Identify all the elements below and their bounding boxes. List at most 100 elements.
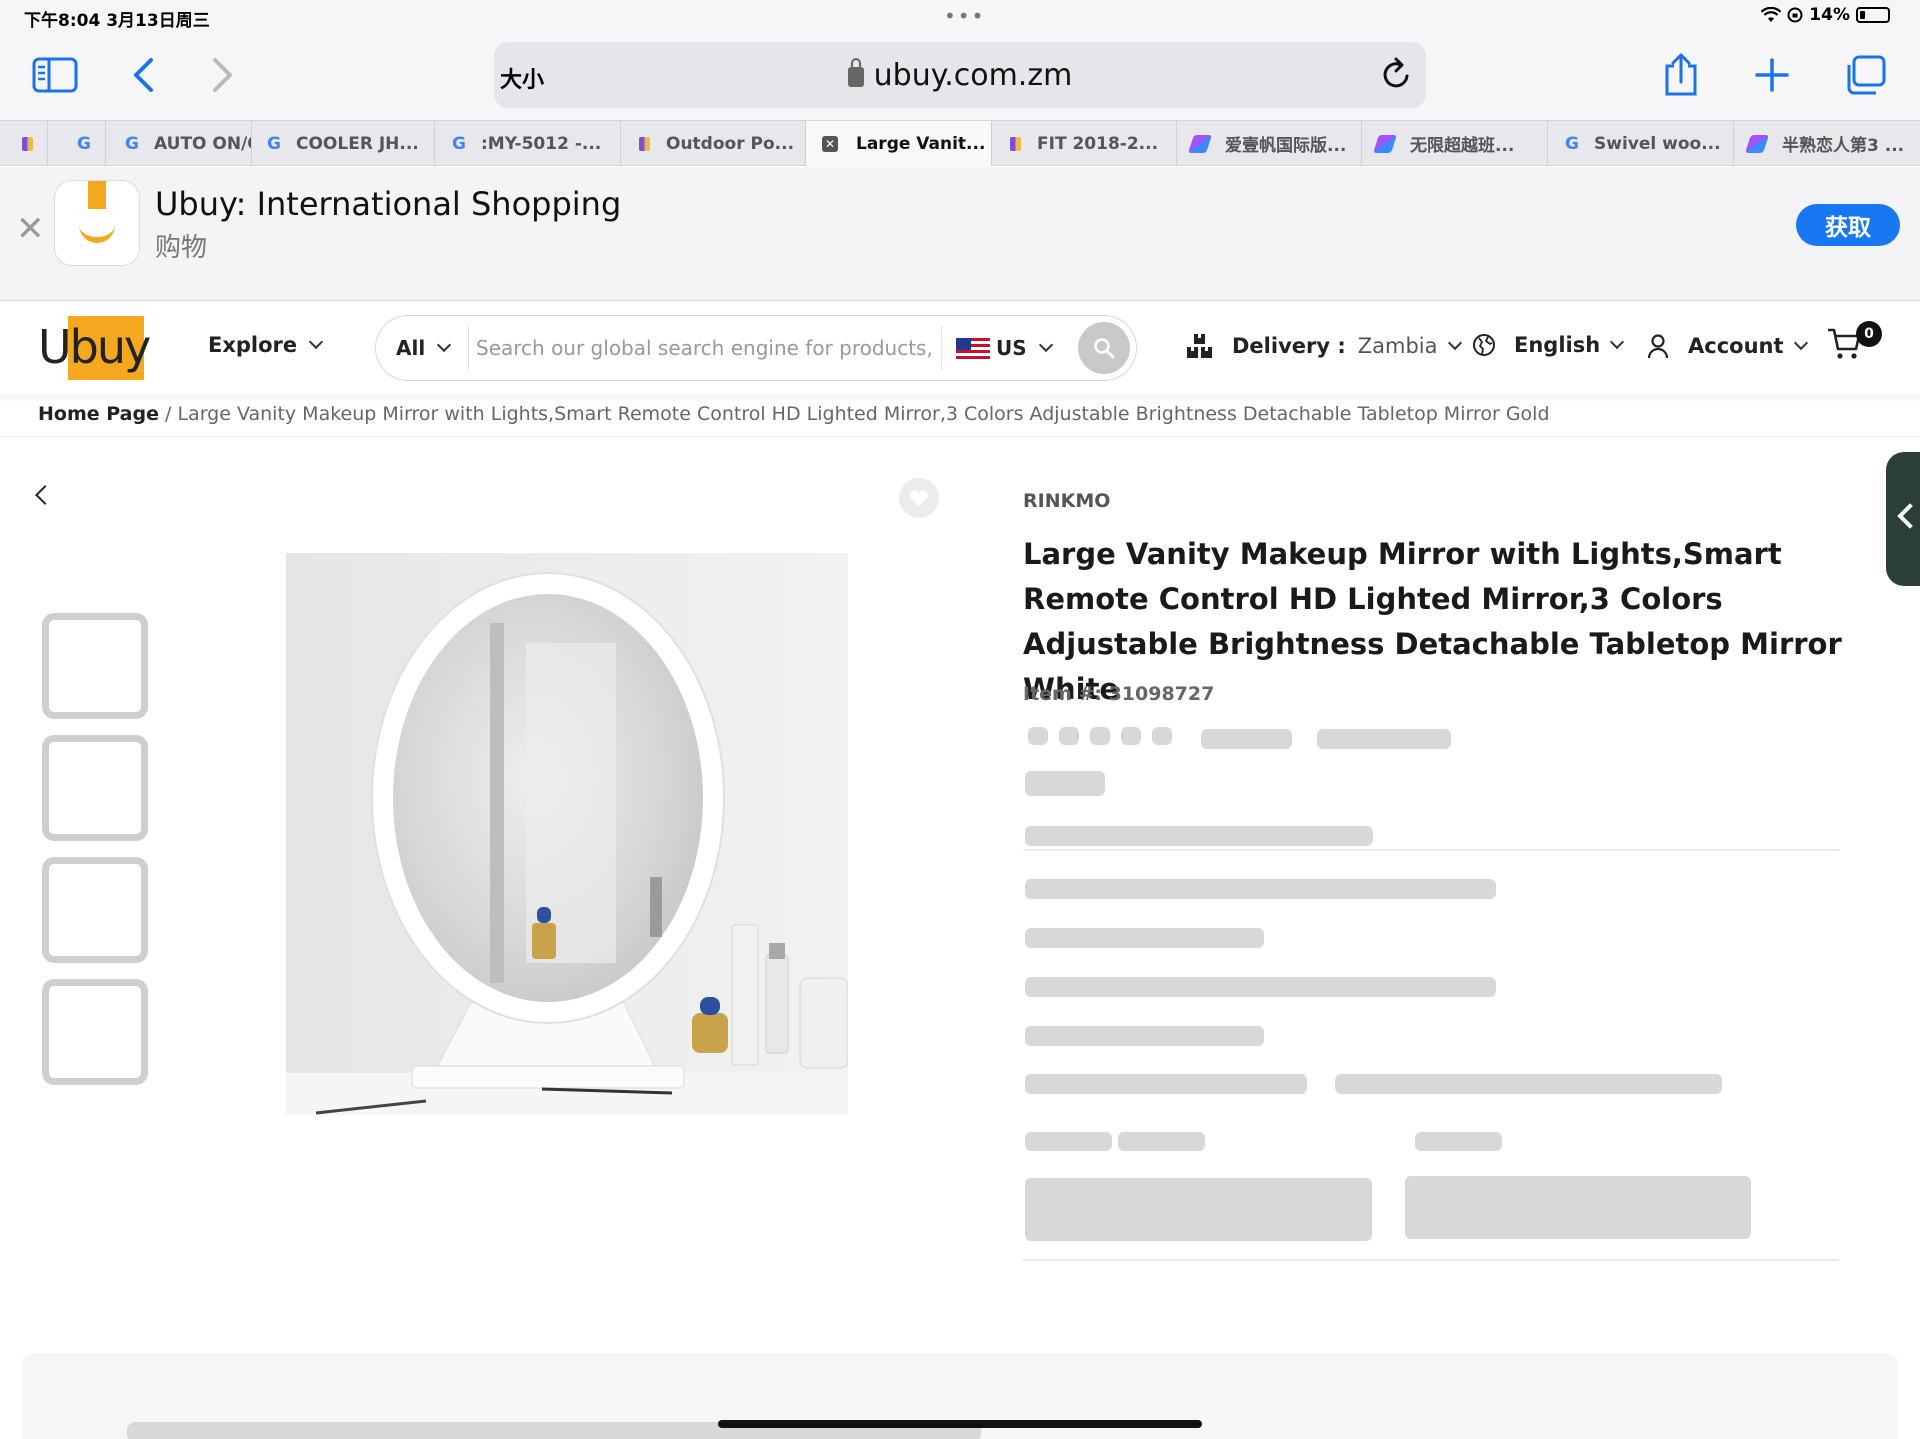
tab-label: Outdoor Po...	[666, 133, 795, 154]
divider	[468, 326, 469, 370]
thumbnail-placeholder[interactable]	[42, 979, 148, 1085]
language-value: English	[1514, 333, 1601, 357]
tab-label: 半熟恋人第3 ...	[1782, 136, 1905, 156]
delivery-label: Delivery :	[1232, 334, 1346, 358]
chevron-down-icon	[309, 334, 324, 350]
kite-icon	[1373, 134, 1397, 153]
thumbnail-placeholder[interactable]	[42, 857, 148, 963]
tab-item[interactable]: G COOLER JH...	[252, 121, 435, 166]
breadcrumb: Home Page / Large Vanity Makeup Mirror w…	[38, 403, 1550, 425]
tab-item[interactable]: G	[48, 121, 106, 166]
tab-label: :MY-5012 -...	[481, 133, 602, 154]
tab-label: 无限超越班...	[1410, 136, 1515, 156]
tab-label: FIT 2018-2...	[1037, 133, 1159, 154]
ubuy-logo[interactable]: Ubuy	[38, 316, 151, 380]
wishlist-button[interactable]	[899, 478, 939, 518]
tabs-overview-icon[interactable]	[1840, 50, 1890, 100]
account-menu[interactable]: Account	[1646, 333, 1808, 359]
get-app-button[interactable]: 获取	[1796, 204, 1900, 246]
home-indicator[interactable]	[718, 1420, 1202, 1428]
reload-icon[interactable]	[1380, 56, 1414, 96]
tab-item[interactable]: G AUTO ON/O	[106, 121, 252, 166]
skeleton-line	[1335, 1074, 1722, 1094]
back-icon[interactable]	[118, 50, 168, 100]
rating-star-placeholder	[1090, 727, 1110, 745]
rating-star-placeholder	[1028, 727, 1048, 745]
app-title: Ubuy: International Shopping	[155, 185, 622, 223]
tab-strip: G G AUTO ON/O G COOLER JH... G :MY-5012 -..…	[0, 120, 1920, 166]
tab-item[interactable]: G Swivel woo...	[1548, 121, 1734, 166]
orientation-lock-icon	[1787, 7, 1803, 23]
g-icon: G	[267, 133, 281, 154]
g-icon: G	[452, 133, 466, 154]
g-icon: G	[1565, 133, 1579, 154]
g-icon: G	[77, 133, 91, 154]
skeleton-line	[1025, 1026, 1264, 1046]
rating-star-placeholder	[1059, 727, 1079, 745]
skeleton-line	[1415, 1132, 1502, 1151]
buy-now-placeholder	[1405, 1176, 1751, 1239]
search-category-value: All	[396, 336, 426, 360]
address-text[interactable]: ubuy.com.zm	[494, 58, 1426, 93]
tab-label: AUTO ON/O	[154, 133, 252, 154]
wifi-icon	[1761, 7, 1782, 22]
product-brand[interactable]: RINKMO	[1023, 490, 1110, 512]
breadcrumb-separator: /	[158, 403, 178, 425]
site-header: Ubuy Explore All US Delivery : Zambia En…	[0, 301, 1920, 395]
close-icon[interactable]: ✕	[16, 209, 45, 249]
side-drawer-toggle[interactable]	[1886, 452, 1920, 586]
bag-icon	[22, 136, 33, 151]
store-select[interactable]: US	[996, 336, 1053, 360]
tab-item[interactable]	[10, 121, 48, 166]
app-logo	[54, 180, 140, 266]
delivery-selector[interactable]: Delivery : Zambia	[1186, 333, 1462, 359]
logo-text: Ubuy	[38, 320, 151, 374]
item-number: Item #: 31098727	[1023, 683, 1215, 705]
language-selector[interactable]: English	[1472, 333, 1625, 357]
boxes-icon	[1187, 334, 1212, 358]
tab-item[interactable]: G :MY-5012 -...	[435, 121, 621, 166]
divider	[941, 326, 942, 370]
skeleton-line	[1025, 1132, 1112, 1151]
chevron-down-icon	[1793, 335, 1808, 351]
skeleton-line	[1025, 928, 1264, 948]
breadcrumb-home-link[interactable]: Home Page	[38, 403, 159, 425]
price-placeholder	[1025, 771, 1105, 796]
bag-icon	[639, 136, 650, 151]
tab-item[interactable]: 无限超越班...	[1362, 121, 1548, 166]
search-input[interactable]	[476, 328, 936, 368]
tab-item[interactable]: Outdoor Po...	[621, 121, 806, 166]
search-button[interactable]	[1078, 322, 1130, 374]
url-value: ubuy.com.zm	[873, 58, 1073, 93]
forward-icon[interactable]	[198, 50, 248, 100]
new-tab-icon[interactable]	[1747, 50, 1797, 100]
lock-icon	[847, 58, 864, 87]
thumbnail-placeholder[interactable]	[42, 735, 148, 841]
tab-item[interactable]: FIT 2018-2...	[992, 121, 1177, 166]
bag-icon	[1010, 136, 1021, 151]
kite-icon	[1745, 134, 1769, 153]
multitasking-dots[interactable]: •••	[944, 4, 985, 28]
us-flag-icon	[956, 338, 990, 360]
tab-item[interactable]: 爱壹帆国际版...	[1177, 121, 1362, 166]
product-image[interactable]	[286, 553, 848, 1115]
address-bar[interactable]: 大小 ubuy.com.zm	[494, 42, 1426, 108]
tab-item-active[interactable]: ✕ Large Vanit...	[806, 121, 992, 166]
skeleton-line	[1118, 1132, 1205, 1151]
chevron-down-icon	[437, 337, 452, 353]
explore-menu[interactable]: Explore	[208, 333, 324, 357]
tab-label: 爱壹帆国际版...	[1225, 136, 1347, 156]
battery-percent: 14%	[1809, 5, 1850, 25]
skeleton-line	[1025, 826, 1373, 846]
back-arrow-icon[interactable]	[35, 485, 55, 505]
thumbnail-placeholder[interactable]	[42, 613, 148, 719]
sidebar-icon[interactable]	[30, 50, 80, 100]
add-to-cart-placeholder	[1025, 1178, 1372, 1241]
chevron-down-icon	[1038, 337, 1053, 353]
search-category-select[interactable]: All	[396, 336, 452, 360]
g-icon: G	[125, 133, 139, 154]
close-icon[interactable]: ✕	[822, 135, 838, 152]
app-category: 购物	[155, 233, 208, 263]
share-icon[interactable]	[1656, 50, 1706, 100]
tab-item[interactable]: 半熟恋人第3 ...	[1734, 121, 1920, 166]
